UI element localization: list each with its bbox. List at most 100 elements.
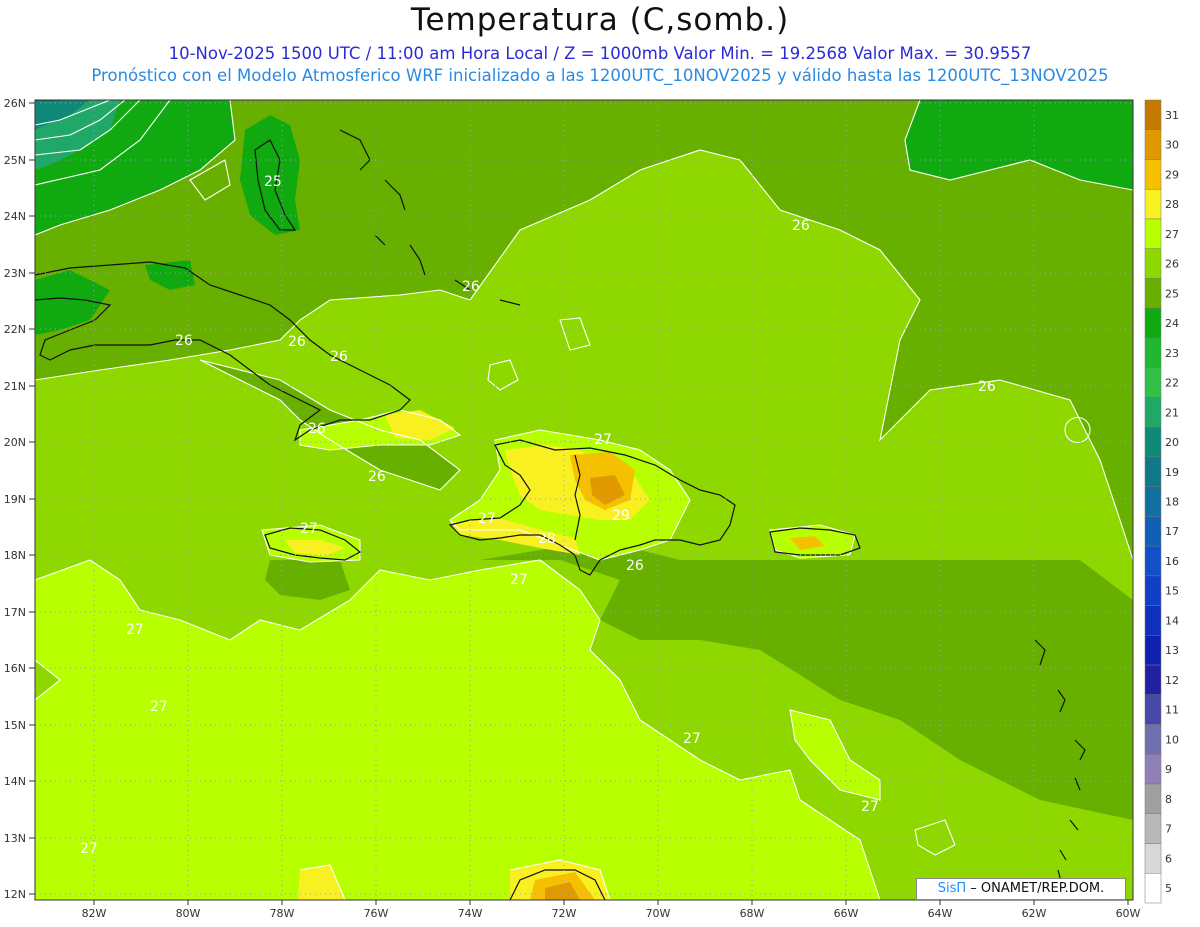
colorbar-label: 19 <box>1165 466 1179 479</box>
colorbar-swatch <box>1144 188 1162 220</box>
latitude-ticks <box>29 102 35 895</box>
lat-label: 14N <box>4 775 26 788</box>
colorbar-swatch <box>1144 813 1162 844</box>
contour-label: 25 <box>264 174 282 190</box>
lon-label: 74W <box>458 907 483 920</box>
colorbar-label: 18 <box>1165 496 1179 509</box>
colorbar-label: 14 <box>1165 614 1179 627</box>
colorbar-label: 23 <box>1165 347 1179 360</box>
lon-label: 70W <box>646 907 671 920</box>
colorbar-swatch <box>1144 783 1162 815</box>
lat-label: 13N <box>4 832 26 845</box>
colorbar-label: 7 <box>1165 823 1172 836</box>
colorbar-label: 27 <box>1165 228 1179 241</box>
colorbar-swatch <box>1144 218 1162 249</box>
lat-label: 19N <box>4 493 26 506</box>
colorbar-label: 8 <box>1165 793 1172 806</box>
lat-label: 22N <box>4 323 26 336</box>
lon-label: 60W <box>1116 907 1141 920</box>
colorbar-label: 15 <box>1165 585 1179 598</box>
lat-label: 25N <box>4 154 26 167</box>
contour-label: 28 <box>538 531 556 547</box>
colorbar-swatch <box>1144 307 1162 339</box>
lat-label: 20N <box>4 436 26 449</box>
lon-label: 82W <box>82 907 107 920</box>
colorbar-swatch <box>1144 843 1162 874</box>
colorbar-swatch <box>1144 605 1162 636</box>
colorbar-label: 9 <box>1165 763 1172 776</box>
colorbar-swatch <box>1144 754 1162 785</box>
colorbar-swatch <box>1144 129 1162 160</box>
colorbar-label: 16 <box>1165 555 1179 568</box>
contour-label: 27 <box>683 731 701 747</box>
colorbar-swatch <box>1144 367 1162 398</box>
colorbar-swatch <box>1144 724 1162 755</box>
colorbar-label: 25 <box>1165 287 1179 300</box>
credit-brand: SisΠ <box>937 881 967 896</box>
colorbar-label: 22 <box>1165 377 1179 390</box>
lon-label: 72W <box>552 907 577 920</box>
contour-label: 26 <box>308 421 326 437</box>
contour-label: 27 <box>126 622 144 638</box>
colorbar-swatch <box>1144 873 1162 904</box>
contour-label: 27 <box>510 572 528 588</box>
colorbar-swatch <box>1144 664 1162 696</box>
map-plot-area: 25 26 26 26 26 26 26 26 26 27 27 27 27 2… <box>35 100 1133 900</box>
credit-box: SisΠ – ONAMET/REP.DOM. <box>916 878 1126 900</box>
colorbar-label: 5 <box>1165 882 1172 895</box>
lat-label: 24N <box>4 210 26 223</box>
lon-label: 80W <box>176 907 201 920</box>
lat-label: 12N <box>4 888 26 901</box>
colorbar-swatch <box>1144 248 1162 279</box>
colorbar-swatch <box>1144 635 1162 666</box>
longitude-axis: 82W 80W 78W 76W 74W 72W 70W 68W 66W 64W … <box>82 907 1141 920</box>
lat-label: 21N <box>4 380 26 393</box>
colorbar-swatch <box>1144 278 1162 309</box>
lon-label: 76W <box>364 907 389 920</box>
colorbar-swatch <box>1144 545 1162 577</box>
color-scale-bar: 31 30 29 28 27 26 25 24 23 22 21 20 19 18 17 16 15 14 13 12… <box>1144 99 1179 904</box>
contour-label: 27 <box>594 432 612 448</box>
contour-label: 27 <box>478 511 496 527</box>
colorbar-label: 29 <box>1165 168 1179 181</box>
longitude-ticks <box>93 900 1129 905</box>
colorbar-swatch <box>1144 575 1162 606</box>
colorbar-label: 17 <box>1165 525 1179 538</box>
lat-label: 18N <box>4 549 26 562</box>
contour-label: 26 <box>626 558 644 574</box>
latitude-axis: 26N 25N 24N 23N 22N 21N 20N 19N 18N 17N … <box>4 97 26 901</box>
contour-label: 26 <box>368 469 386 485</box>
colorbar-label: 6 <box>1165 852 1172 865</box>
lon-label: 64W <box>928 907 953 920</box>
lon-label: 78W <box>270 907 295 920</box>
contour-label: 26 <box>978 379 996 395</box>
colorbar-label: 31 <box>1165 109 1179 122</box>
colorbar-swatch <box>1144 456 1162 487</box>
contour-label: 26 <box>462 279 480 295</box>
colorbar-swatch <box>1144 159 1162 190</box>
temperature-map: 25 26 26 26 26 26 26 26 26 27 27 27 27 2… <box>4 97 1179 920</box>
lat-label: 17N <box>4 606 26 619</box>
colorbar-swatch <box>1144 516 1162 547</box>
lat-label: 23N <box>4 267 26 280</box>
lon-label: 68W <box>740 907 765 920</box>
contour-label: 29 <box>612 508 630 524</box>
colorbar-label: 30 <box>1165 139 1179 152</box>
colorbar-label: 20 <box>1165 436 1179 449</box>
colorbar-label: 24 <box>1165 317 1179 330</box>
colorbar-label: 21 <box>1165 406 1179 419</box>
colorbar-swatch <box>1144 337 1162 368</box>
colorbar-label: 28 <box>1165 198 1179 211</box>
colorbar-label: 11 <box>1165 704 1179 717</box>
contour-label: 27 <box>80 841 98 857</box>
credit-text: – ONAMET/REP.DOM. <box>970 881 1105 896</box>
colorbar-swatch <box>1144 486 1162 517</box>
colorbar-swatch <box>1144 99 1162 130</box>
colorbar-swatch <box>1144 426 1162 458</box>
contour-label: 27 <box>150 699 168 715</box>
contour-label: 27 <box>861 799 879 815</box>
contour-label: 26 <box>288 334 306 350</box>
colorbar-label: 13 <box>1165 644 1179 657</box>
contour-label: 27 <box>300 521 318 537</box>
lat-label: 26N <box>4 97 26 110</box>
